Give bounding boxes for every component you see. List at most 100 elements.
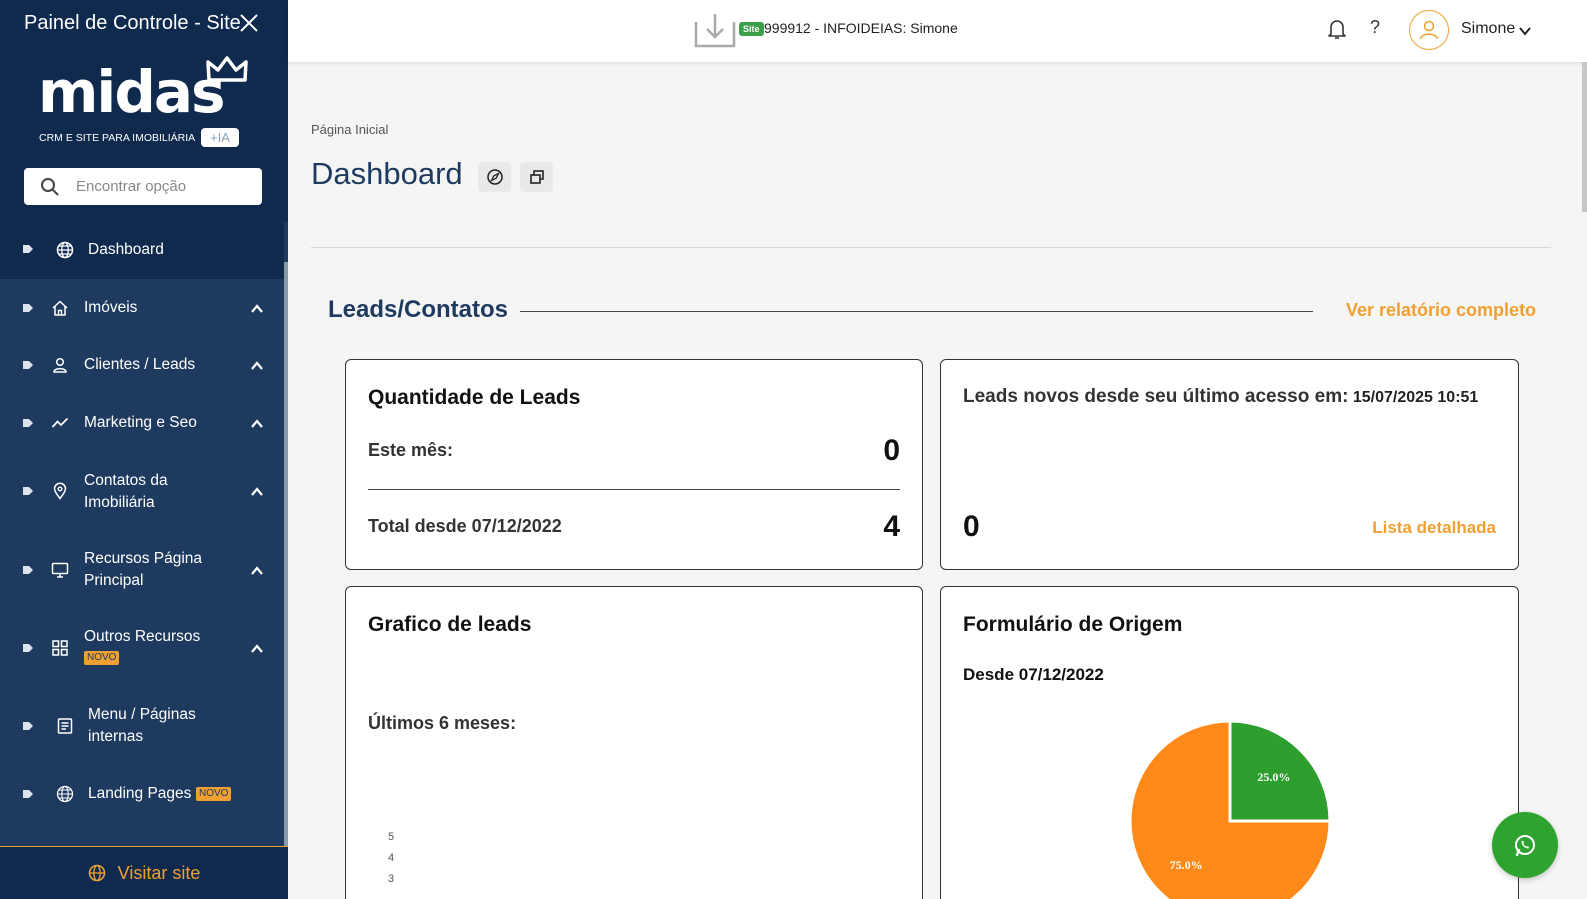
sidebar-item-label: Clientes / Leads bbox=[84, 356, 196, 373]
breadcrumb[interactable]: Página Inicial bbox=[311, 122, 388, 137]
tag-icon bbox=[23, 245, 33, 253]
close-icon[interactable] bbox=[238, 12, 260, 34]
sidebar-item-label: Outros Recursos bbox=[84, 628, 201, 645]
novo-badge: NOVO bbox=[196, 787, 232, 801]
sidebar-item-label: Imóveis bbox=[84, 299, 138, 316]
help-button[interactable]: ? bbox=[1370, 17, 1380, 38]
monitor-icon bbox=[51, 562, 69, 578]
user-menu-name[interactable]: Simone bbox=[1461, 20, 1515, 38]
month-label: Este mês: bbox=[368, 440, 454, 460]
new-window-button[interactable] bbox=[520, 162, 553, 192]
sidebar-item-marketing-seo[interactable]: Marketing e Seo bbox=[0, 395, 284, 453]
location-pin-icon bbox=[53, 482, 67, 500]
sidebar-item-menu-paginas[interactable]: Menu / Páginas internas bbox=[0, 687, 284, 765]
divider bbox=[311, 247, 1551, 248]
sidebar-header: Painel de Controle - Site midas CRM E SI… bbox=[0, 0, 288, 222]
page-scrollbar[interactable] bbox=[1582, 62, 1587, 212]
tag-icon bbox=[23, 361, 33, 369]
sidebar-scrollbar[interactable] bbox=[284, 262, 288, 899]
visit-site-label: Visitar site bbox=[117, 862, 201, 883]
tag-icon bbox=[23, 487, 33, 495]
sidebar-item-label: Marketing e Seo bbox=[84, 414, 197, 431]
y-tick: 5 bbox=[388, 831, 395, 843]
globe-icon bbox=[56, 241, 74, 259]
sidebar-item-clientes-leads[interactable]: Clientes / Leads bbox=[0, 337, 284, 395]
page-title: Dashboard bbox=[311, 156, 463, 191]
tag-icon bbox=[23, 304, 33, 312]
tag-icon bbox=[23, 644, 33, 652]
chevron-down-icon[interactable] bbox=[1518, 24, 1532, 38]
tag-icon bbox=[23, 566, 33, 574]
sidebar: Painel de Controle - Site midas CRM E SI… bbox=[0, 0, 288, 899]
user-icon bbox=[1419, 20, 1439, 40]
tag-icon bbox=[23, 419, 33, 427]
new-leads-card: Leads novos desde seu último acesso em: … bbox=[940, 359, 1519, 570]
logo-ia-badge: +IA bbox=[201, 128, 239, 147]
home-icon bbox=[52, 300, 68, 316]
visit-site-button[interactable]: Visitar site bbox=[0, 846, 288, 899]
sidebar-item-landing-pages[interactable]: Landing Pages NOVO bbox=[0, 765, 284, 827]
origin-since: Desde 07/12/2022 bbox=[963, 665, 1104, 684]
sidebar-item-label: Menu / Páginas internas bbox=[88, 706, 196, 745]
download-icon[interactable] bbox=[694, 12, 736, 48]
avatar[interactable] bbox=[1409, 10, 1449, 50]
last-access-date: 15/07/2025 10:51 bbox=[1352, 389, 1479, 406]
chevron-up-icon bbox=[251, 361, 263, 370]
windows-icon bbox=[529, 170, 544, 184]
sidebar-item-imoveis[interactable]: Imóveis bbox=[0, 279, 284, 337]
chart-subtitle: Últimos 6 meses: bbox=[368, 713, 517, 733]
sidebar-item-contatos[interactable]: Contatos da Imobiliária bbox=[0, 453, 284, 531]
search-input[interactable] bbox=[76, 178, 246, 195]
chevron-up-icon bbox=[251, 566, 263, 575]
section-title-leads: Leads/Contatos bbox=[328, 296, 509, 323]
logo-subtitle: CRM E SITE PARA IMOBILIÁRIA bbox=[39, 132, 196, 144]
midas-logo[interactable]: midas CRM E SITE PARA IMOBILIÁRIA +IA bbox=[38, 56, 248, 148]
grid-icon bbox=[52, 640, 68, 656]
topbar: Site 999912 - INFOIDEIAS: Simone ? Simon… bbox=[288, 0, 1587, 62]
chevron-up-icon bbox=[251, 419, 263, 428]
user-icon bbox=[53, 357, 67, 373]
new-leads-title: Leads novos desde seu último acesso em: bbox=[963, 386, 1349, 407]
bell-icon[interactable] bbox=[1327, 18, 1347, 40]
tour-button[interactable] bbox=[478, 162, 511, 192]
card-title: Grafico de leads bbox=[368, 613, 532, 636]
sidebar-title: Painel de Controle - Site bbox=[24, 12, 241, 34]
chevron-up-icon bbox=[251, 304, 263, 313]
whatsapp-button[interactable] bbox=[1492, 812, 1558, 878]
search-icon bbox=[41, 177, 59, 196]
card-title: Quantidade de Leads bbox=[368, 386, 581, 409]
new-leads-value: 0 bbox=[963, 510, 980, 543]
full-report-link[interactable]: Ver relatório completo bbox=[1346, 300, 1536, 321]
site-account-text: 999912 - INFOIDEIAS: Simone bbox=[764, 20, 958, 36]
sidebar-item-dashboard[interactable]: Dashboard bbox=[0, 222, 284, 279]
total-label: Total desde 07/12/2022 bbox=[368, 516, 562, 536]
y-tick: 4 bbox=[388, 852, 395, 864]
sidebar-search bbox=[24, 168, 262, 205]
trend-icon bbox=[51, 417, 69, 428]
sidebar-item-label: Landing Pages bbox=[88, 785, 192, 802]
pie-slice-label: 25.0% bbox=[1257, 770, 1290, 784]
leads-chart-card: Grafico de leads Últimos 6 meses: 5 4 3 bbox=[345, 586, 923, 899]
sidebar-item-outros-recursos[interactable]: Outros Recursos NOVO bbox=[0, 609, 284, 687]
leads-quantity-card: Quantidade de Leads Este mês: 0 Total de… bbox=[345, 359, 923, 570]
chevron-up-icon bbox=[251, 487, 263, 496]
y-tick: 3 bbox=[388, 873, 395, 885]
logo-wordmark: midas bbox=[38, 58, 225, 126]
detailed-list-link[interactable]: Lista detalhada bbox=[1372, 518, 1496, 538]
section-line bbox=[520, 311, 1313, 312]
sidebar-item-recursos-pagina[interactable]: Recursos Página Principal bbox=[0, 531, 284, 609]
tag-icon bbox=[23, 722, 33, 730]
document-icon bbox=[57, 718, 73, 734]
globe-grid-icon bbox=[56, 785, 74, 803]
whatsapp-icon bbox=[1515, 835, 1535, 857]
compass-icon bbox=[486, 169, 503, 185]
pie-slice-label: 75.0% bbox=[1170, 858, 1203, 872]
origin-pie-chart: 25.0% 75.0% bbox=[1128, 719, 1332, 899]
chevron-up-icon bbox=[251, 644, 263, 653]
card-title: Formulário de Origem bbox=[963, 613, 1183, 636]
total-value: 4 bbox=[883, 510, 900, 543]
sidebar-item-label: Contatos da Imobiliária bbox=[84, 472, 168, 511]
globe-icon bbox=[88, 864, 105, 882]
sidebar-item-label: Recursos Página Principal bbox=[84, 550, 203, 589]
novo-badge: NOVO bbox=[84, 651, 120, 665]
